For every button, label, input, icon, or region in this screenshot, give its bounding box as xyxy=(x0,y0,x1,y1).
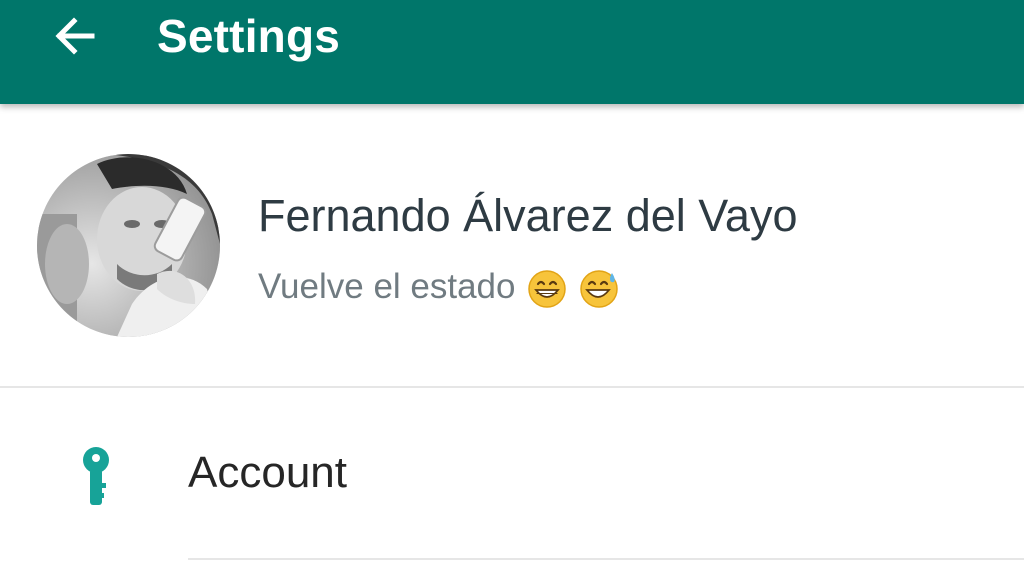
arrow-back-icon xyxy=(55,17,95,55)
page-title: Settings xyxy=(157,10,341,62)
menu-item-account[interactable]: Account xyxy=(0,388,1024,560)
app-bar: Settings xyxy=(0,0,1024,104)
grinning-face-with-sweat-icon xyxy=(580,270,618,308)
avatar-photo xyxy=(37,154,220,337)
profile-row[interactable]: Fernando Álvarez del Vayo Vuelve el esta… xyxy=(0,104,1024,387)
avatar[interactable] xyxy=(37,154,220,337)
grinning-face-icon xyxy=(528,270,566,308)
item-divider xyxy=(188,558,1024,560)
key-icon xyxy=(83,447,109,505)
back-button[interactable] xyxy=(44,6,104,66)
status-text: Vuelve el estado xyxy=(258,267,516,306)
profile-name: Fernando Álvarez del Vayo xyxy=(258,190,798,241)
profile-status: Vuelve el estado xyxy=(258,267,619,309)
menu-item-label: Account xyxy=(188,448,347,497)
